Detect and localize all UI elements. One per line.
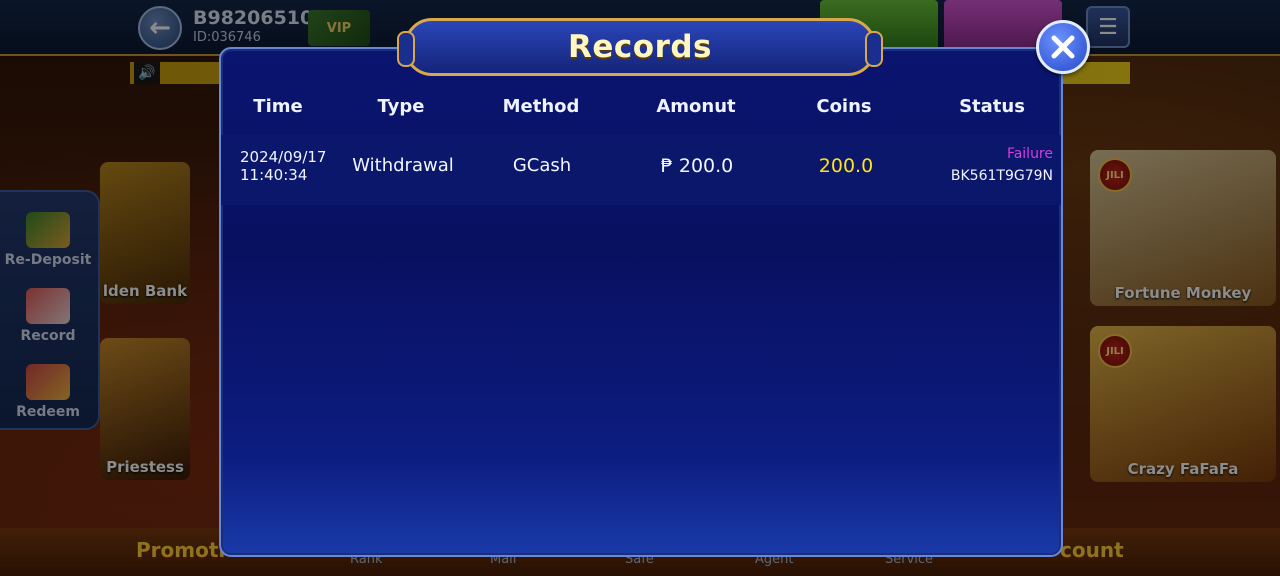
records-table-header: Time Type Method Amonut Coins Status bbox=[219, 96, 1063, 124]
records-title-plate: Records bbox=[397, 18, 883, 76]
record-type: Withdrawal bbox=[352, 155, 454, 176]
table-row[interactable]: 2024/09/17 11:40:34 Withdrawal GCash ₱ 2… bbox=[221, 135, 1061, 205]
record-amount: ₱ 200.0 bbox=[660, 155, 734, 177]
record-coins: 200.0 bbox=[818, 155, 874, 177]
record-method: GCash bbox=[512, 155, 572, 176]
column-header-amount: Amonut bbox=[656, 96, 736, 117]
column-header-status: Status bbox=[959, 96, 1025, 117]
column-header-method: Method bbox=[502, 96, 580, 117]
column-header-type: Type bbox=[377, 96, 425, 117]
status-badge: Failure bbox=[1006, 146, 1053, 162]
record-time: 2024/09/17 11:40:34 bbox=[240, 148, 326, 184]
column-header-time: Time bbox=[253, 96, 303, 117]
column-header-coins: Coins bbox=[816, 96, 872, 117]
record-clock: 11:40:34 bbox=[240, 166, 308, 184]
close-icon[interactable] bbox=[1036, 20, 1090, 74]
dialog-title: Records bbox=[568, 29, 712, 65]
record-date: 2024/09/17 bbox=[240, 148, 327, 166]
record-order-number: BK561T9G79N bbox=[950, 168, 1053, 184]
